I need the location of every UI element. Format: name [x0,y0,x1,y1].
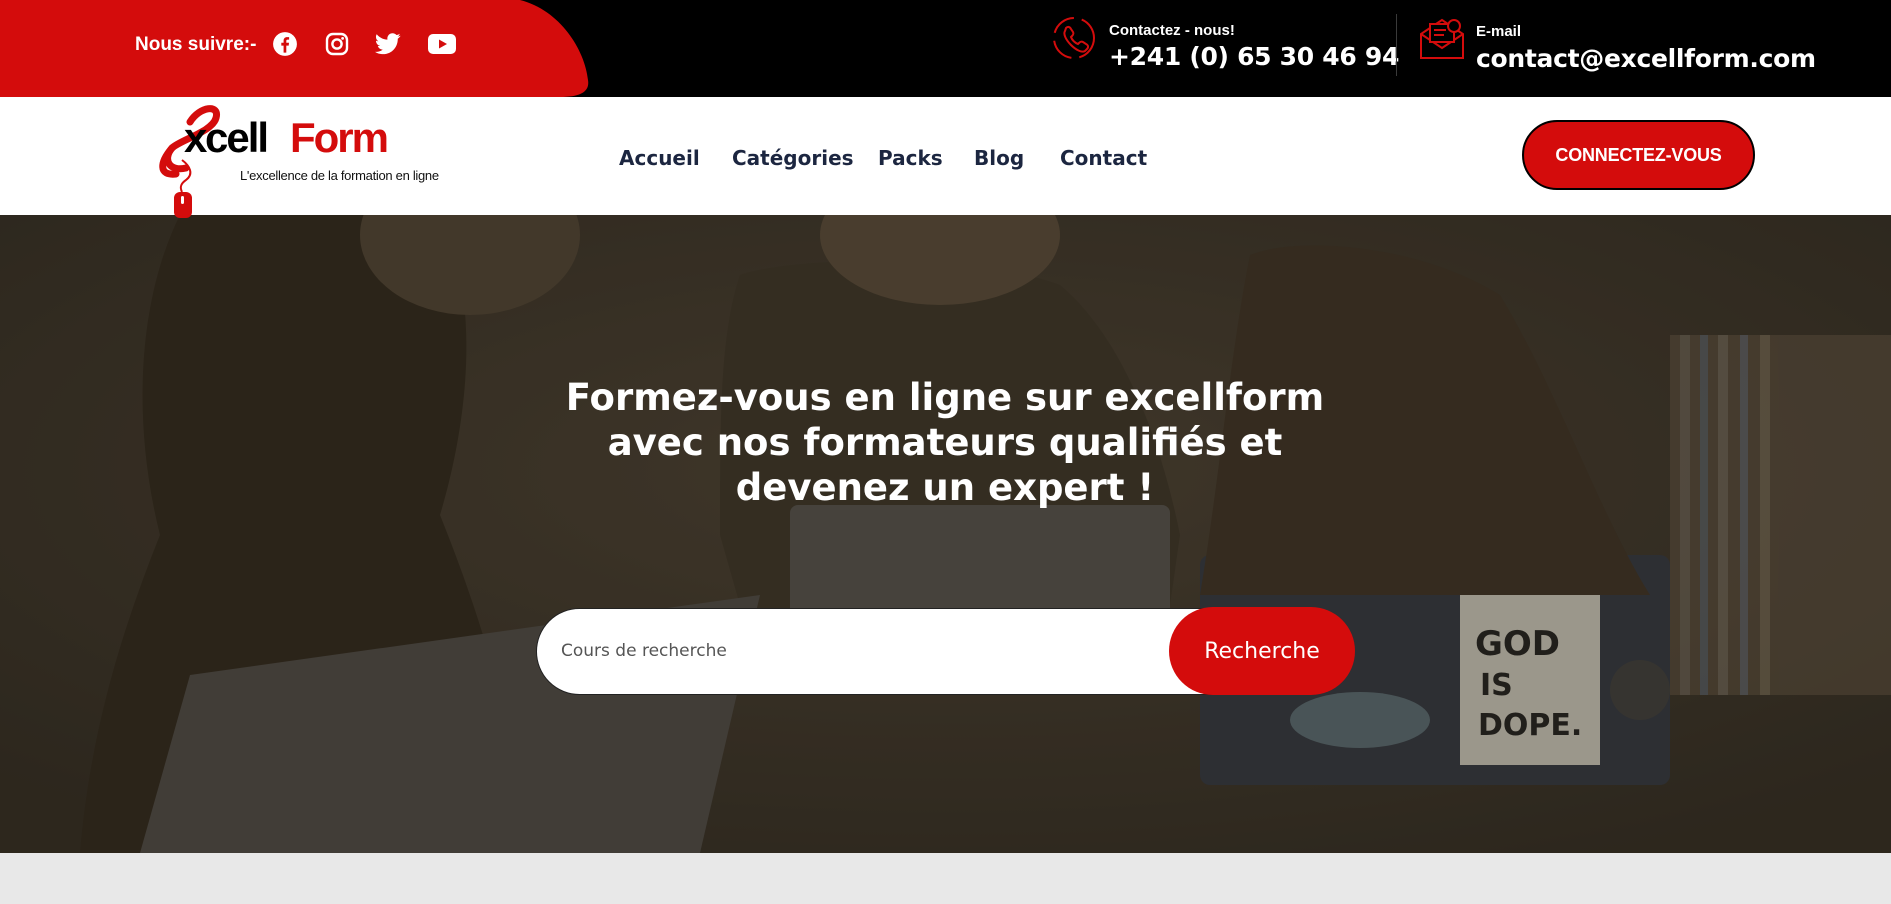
search-input[interactable] [561,609,1181,693]
login-button[interactable]: CONNECTEZ-VOUS [1522,120,1755,190]
nav-packs[interactable]: Packs [878,146,943,170]
nav-contact[interactable]: Contact [1060,146,1147,170]
nav-blog[interactable]: Blog [974,146,1024,170]
instagram-icon[interactable] [323,30,351,58]
hero-background-image: GOD IS DOPE. [0,215,1891,853]
nav-accueil[interactable]: Accueil [619,146,700,170]
hero-title-part1: Formez-vous en ligne sur [565,376,1105,419]
logo-tagline: L'excellence de la formation en ligne [240,168,439,183]
nav-categories[interactable]: Catégories [732,146,854,170]
hero-title-part2: avec nos formateurs qualifiés et devenez… [607,421,1283,509]
email-address: contact@excellform.com [1476,44,1816,73]
follow-label: Nous suivre:- [135,34,257,55]
email-contact[interactable]: E-mail contact@excellform.com [1418,14,1816,80]
twitter-icon[interactable] [374,30,402,58]
bottom-strip [0,853,1891,904]
facebook-icon[interactable] [271,30,299,58]
top-bar: Nous suivre:- Contactez - nous! +241 (0)… [0,0,1891,97]
phone-call-icon [1053,17,1095,59]
search-button[interactable]: Recherche [1169,607,1355,695]
excellform-logo[interactable]: x cell Form [150,100,435,220]
youtube-icon[interactable] [428,30,456,58]
contact-divider [1396,14,1397,76]
hero-section: GOD IS DOPE. Formez-vous en ligne sur ex… [0,215,1891,853]
svg-text:cell: cell [205,114,267,161]
search-bar: Recherche [536,607,1355,695]
phone-label: Contactez - nous! [1109,22,1235,39]
phone-contact[interactable]: Contactez - nous! +241 (0) 65 30 46 94 [1050,14,1399,80]
email-label: E-mail [1476,23,1522,40]
phone-number: +241 (0) 65 30 46 94 [1109,42,1400,71]
svg-text:Form: Form [290,114,387,161]
hero-title: Formez-vous en ligne sur excellform avec… [520,375,1370,510]
hero-title-brand: excellform [1104,376,1325,419]
email-icon [1420,18,1464,59]
